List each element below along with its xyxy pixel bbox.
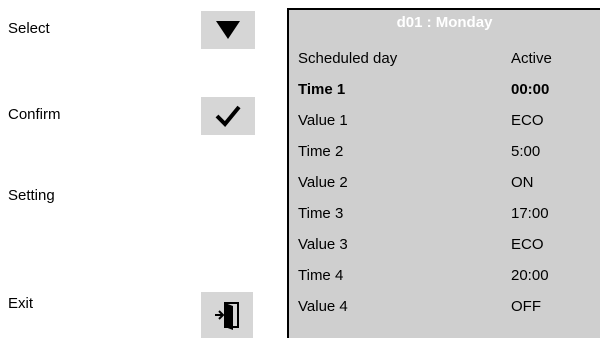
- schedule-row[interactable]: Time 1 00:00: [289, 75, 600, 105]
- row-name: Time 3: [298, 205, 344, 222]
- row-value: 17:00: [511, 205, 549, 222]
- select-label: Select: [8, 20, 50, 37]
- row-name: Time 4: [298, 267, 344, 284]
- schedule-display: d01 : Monday Scheduled day Active Time 1…: [287, 8, 600, 338]
- row-value: ECO: [511, 112, 544, 129]
- schedule-row[interactable]: Value 2 ON: [289, 168, 600, 198]
- screen-title: d01 : Monday: [396, 14, 493, 31]
- row-value: Active: [511, 50, 552, 67]
- row-name: Value 2: [298, 174, 348, 191]
- schedule-row[interactable]: Value 4 OFF: [289, 292, 600, 322]
- row-value: OFF: [511, 298, 541, 315]
- down-triangle-icon: [216, 21, 240, 39]
- schedule-row[interactable]: Value 1 ECO: [289, 106, 600, 136]
- select-button[interactable]: [201, 11, 255, 49]
- checkmark-icon: [215, 105, 241, 127]
- row-name: Scheduled day: [298, 50, 398, 67]
- schedule-row[interactable]: Time 4 20:00: [289, 261, 600, 291]
- schedule-row[interactable]: Value 3 ECO: [289, 230, 600, 260]
- row-name: Time 2: [298, 143, 344, 160]
- row-name: Value 1: [298, 112, 348, 129]
- exit-button[interactable]: [201, 292, 253, 338]
- row-value: 00:00: [511, 81, 550, 98]
- row-value: ON: [511, 174, 534, 191]
- row-value: 5:00: [511, 143, 541, 160]
- row-value: ECO: [511, 236, 544, 253]
- row-name: Time 1: [298, 81, 346, 98]
- confirm-button[interactable]: [201, 97, 255, 135]
- row-name: Value 3: [298, 236, 348, 253]
- row-name: Value 4: [298, 298, 348, 315]
- schedule-row[interactable]: Time 3 17:00: [289, 199, 600, 229]
- row-value: 20:00: [511, 267, 549, 284]
- confirm-label: Confirm: [8, 106, 61, 123]
- exit-door-icon: [215, 302, 239, 330]
- setting-label: Setting: [8, 187, 55, 204]
- exit-label: Exit: [8, 295, 34, 312]
- schedule-row[interactable]: Time 2 5:00: [289, 137, 600, 167]
- scheduled-day-row: Scheduled day Active: [289, 44, 600, 74]
